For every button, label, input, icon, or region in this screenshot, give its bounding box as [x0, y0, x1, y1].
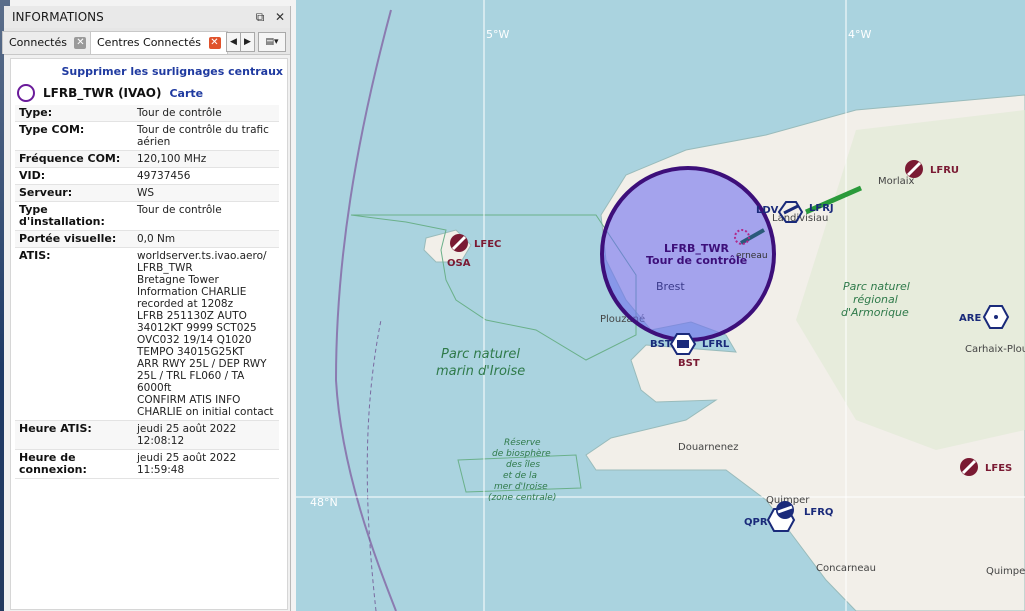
grid-label-5w: 5°W [486, 28, 509, 41]
navaid-are-label: ARE [959, 313, 981, 324]
airport-lfru[interactable] [905, 160, 923, 178]
info-key: VID: [15, 167, 133, 185]
info-row: Heure ATIS: jeudi 25 août 2022 12:08:12 [15, 420, 279, 450]
airport-lfrj-label: LFRJ [809, 203, 834, 214]
tab-scroll-left-icon[interactable]: ◀ [226, 32, 241, 52]
navaid-bst-ndb-label: BST [678, 358, 700, 369]
place-morlaix: Morlaix [878, 176, 915, 187]
map-link[interactable]: Carte [169, 87, 203, 100]
airport-lfru-label: LFRU [930, 165, 959, 176]
tab-connectes[interactable]: Connectés ✕ [2, 31, 94, 54]
tab-connectes-label: Connectés [9, 36, 67, 49]
info-value: 49737456 [133, 167, 279, 185]
info-key: Type d'installation: [15, 201, 133, 231]
info-row: Type COM: Tour de contrôle du trafic aéri… [15, 121, 279, 151]
close-tab-icon[interactable]: ✕ [208, 37, 221, 49]
informations-panel: INFORMATIONS ⧉ ✕ Connectés ✕ Centres Con… [2, 6, 291, 611]
info-value: Tour de contrôle du trafic aérien [133, 121, 279, 151]
place-carhaix: Carhaix-Ploug [965, 344, 1025, 355]
panel-title: INFORMATIONS [12, 10, 104, 24]
info-row: ATIS: worldserver.ts.ivao.aero/ LFRB_TWR … [15, 247, 279, 421]
place-quimperle: Quimpe [986, 566, 1025, 577]
info-value: Tour de contrôle [133, 201, 279, 231]
info-value: WS [133, 184, 279, 202]
info-content: Supprimer les surlignages centraux LFRB_… [10, 58, 288, 610]
info-value: Tour de contrôle [133, 105, 279, 122]
info-key: Serveur: [15, 184, 133, 202]
float-panel-icon[interactable]: ⧉ [252, 6, 268, 28]
station-map-sublabel: Tour de contrôle [646, 254, 747, 267]
airport-lfrl-label: LFRL [702, 339, 730, 350]
map-view[interactable]: 5°W 4°W 48°N Parc naturel marin d'Iroise … [296, 0, 1025, 611]
place-douarnenez: Douarnenez [678, 442, 738, 453]
airport-lfec-label: LFEC [474, 239, 501, 250]
info-key: Type: [15, 105, 133, 122]
navaid-ldv-label: LDV [756, 205, 779, 216]
info-row: Serveur: WS [15, 184, 279, 202]
airport-lfes[interactable] [960, 458, 978, 476]
airport-lfes-label: LFES [985, 463, 1012, 474]
airport-lfrl[interactable] [669, 333, 697, 355]
close-tab-icon[interactable]: ✕ [74, 37, 87, 49]
info-key: Heure ATIS: [15, 420, 133, 450]
grid-label-4w: 4°W [848, 28, 871, 41]
tab-centres-connectes[interactable]: Centres Connectés ✕ [90, 31, 228, 54]
tab-list-menu-icon[interactable]: ▤▾ [258, 32, 286, 52]
place-brest: Brest [656, 280, 685, 293]
info-value: jeudi 25 août 2022 12:08:12 [133, 420, 279, 450]
info-table: Type: Tour de contrôle Type COM: Tour de co… [15, 105, 279, 479]
navaid-bst-label: BST [650, 339, 672, 350]
airport-lfec[interactable] [450, 234, 468, 252]
info-row: VID: 49737456 [15, 167, 279, 185]
tab-bar: Connectés ✕ Centres Connectés ✕ ◀ ▶ ▤▾ [2, 28, 290, 55]
info-key: Fréquence COM: [15, 150, 133, 168]
info-row: Heure de connexion: jeudi 25 août 2022 11… [15, 449, 279, 479]
navaid-are[interactable] [982, 305, 1010, 329]
navaid-qpr-label: QPR [744, 517, 768, 528]
info-key: Type COM: [15, 121, 133, 151]
tab-centres-label: Centres Connectés [97, 36, 201, 49]
info-key: Portée visuelle: [15, 230, 133, 248]
info-value: jeudi 25 août 2022 11:59:48 [133, 449, 279, 479]
station-header: LFRB_TWR (IVAO) Carte [17, 83, 203, 103]
map-canvas[interactable]: 5°W 4°W 48°N Parc naturel marin d'Iroise … [296, 0, 1025, 611]
place-concarneau: Concarneau [816, 563, 876, 574]
info-key: Heure de connexion: [15, 449, 133, 479]
info-value: 120,100 MHz [133, 150, 279, 168]
info-row: Type: Tour de contrôle [15, 105, 279, 122]
station-name: LFRB_TWR (IVAO) [43, 86, 162, 100]
airport-lfrq-label: LFRQ [804, 507, 833, 518]
info-value: worldserver.ts.ivao.aero/ LFRB_TWR Breta… [133, 247, 279, 421]
tower-range-circle-icon [17, 84, 35, 102]
info-row: Type d'installation: Tour de contrôle [15, 201, 279, 231]
info-row: Fréquence COM: 120,100 MHz [15, 150, 279, 168]
tab-scroll-right-icon[interactable]: ▶ [240, 32, 255, 52]
panel-titlebar: INFORMATIONS ⧉ ✕ [4, 6, 290, 28]
close-panel-icon[interactable]: ✕ [272, 6, 288, 28]
grid-label-48n: 48°N [310, 496, 338, 509]
remove-highlights-link[interactable]: Supprimer les surlignages centraux [11, 65, 283, 78]
airport-osa-label: OSA [447, 258, 471, 269]
info-row: Portée visuelle: 0,0 Nm [15, 230, 279, 248]
info-value: 0,0 Nm [133, 230, 279, 248]
info-key: ATIS: [15, 247, 133, 421]
